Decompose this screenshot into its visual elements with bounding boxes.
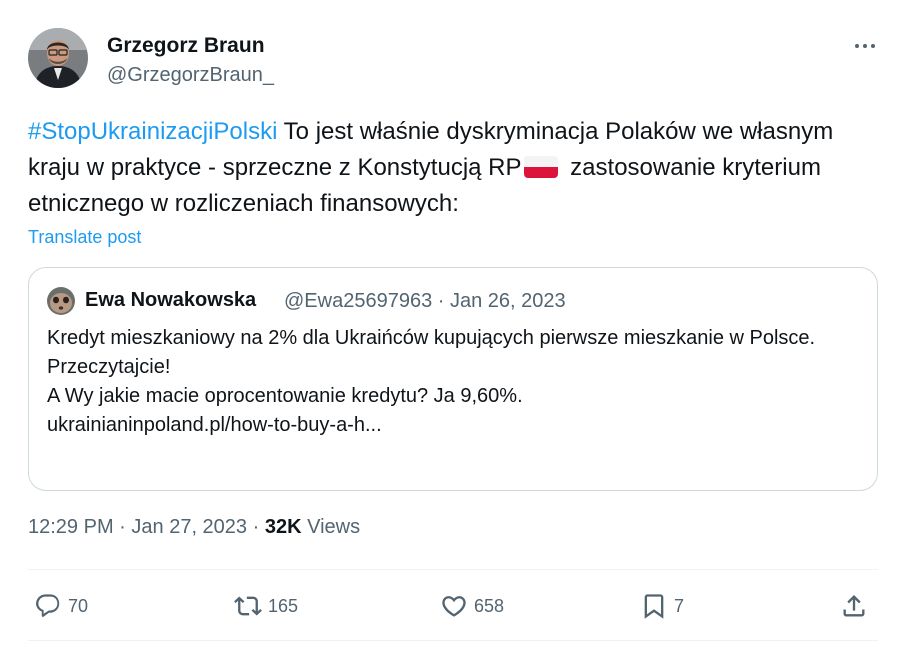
quote-date: Jan 26, 2023	[449, 290, 566, 312]
bookmark-icon	[644, 594, 664, 619]
translate-post-link[interactable]: Translate post	[28, 227, 141, 248]
share-button[interactable]	[840, 590, 868, 622]
quote-link[interactable]: ukrainianinpoland.pl/how-to-buy-a-h...	[47, 411, 867, 440]
tweet[interactable]: Grzegorz Braun @GrzegorzBraun_ #StopUkra…	[0, 0, 906, 648]
quote-avatar[interactable]	[47, 287, 75, 315]
repost-button[interactable]: 165	[234, 590, 298, 622]
divider	[28, 640, 878, 641]
more-icon[interactable]	[848, 32, 882, 60]
repost-icon	[234, 596, 262, 616]
reply-button[interactable]: 70	[34, 590, 88, 622]
like-button[interactable]: 658	[440, 590, 504, 622]
share-icon	[843, 595, 865, 617]
repost-count: 165	[268, 595, 299, 616]
reply-icon	[36, 594, 60, 617]
hashtag-link[interactable]: #StopUkrainizacjiPolski	[28, 118, 277, 145]
bookmark-count: 7	[674, 595, 685, 616]
views-count: 32K	[264, 516, 302, 538]
author-handle[interactable]: @GrzegorzBraun_	[107, 64, 274, 87]
tweet-time[interactable]: 12:29 PM	[28, 516, 114, 538]
author-avatar[interactable]	[28, 28, 88, 88]
quote-line: A Wy jakie macie oprocentowanie kredytu?…	[47, 385, 523, 407]
bookmark-button[interactable]: 7	[640, 590, 684, 622]
tweet-date[interactable]: Jan 27, 2023	[131, 516, 247, 538]
quote-line: Przeczytajcie!	[47, 356, 171, 378]
tweet-meta: 12:29 PM · Jan 27, 2023 · 32K Views	[28, 516, 361, 538]
quoted-tweet[interactable]: Ewa Nowakowska @Ewa25697963 · Jan 26, 20…	[28, 267, 878, 491]
quote-author-name: Ewa Nowakowska	[85, 289, 257, 311]
divider	[28, 569, 878, 570]
views-label: Views	[307, 516, 361, 538]
author-name[interactable]: Grzegorz Braun	[107, 34, 265, 58]
quote-meta: @Ewa25697963 · Jan 26, 2023	[284, 290, 566, 312]
poland-flag-icon	[523, 156, 558, 178]
reply-count: 70	[68, 595, 89, 616]
like-icon	[442, 596, 466, 617]
quote-text: Kredyt mieszkaniowy na 2% dla Ukraińców …	[47, 324, 867, 440]
like-count: 658	[474, 595, 505, 616]
tweet-text: #StopUkrainizacjiPolski To jest właśnie …	[28, 114, 888, 222]
quote-author-handle: @Ewa25697963	[284, 290, 433, 312]
quote-line: Kredyt mieszkaniowy na 2% dla Ukraińców …	[47, 327, 816, 349]
